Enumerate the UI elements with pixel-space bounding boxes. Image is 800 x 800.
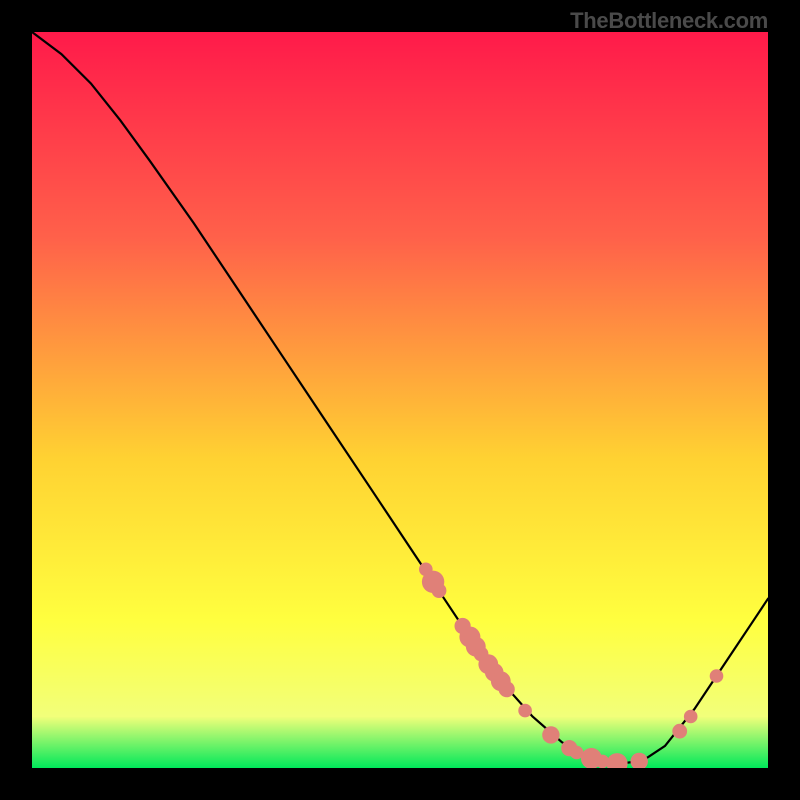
watermark-text: TheBottleneck.com <box>570 8 768 34</box>
chart-svg <box>32 32 768 768</box>
gradient-background <box>32 32 768 768</box>
data-marker <box>542 726 559 743</box>
data-marker <box>499 681 515 697</box>
plot-area <box>32 32 768 768</box>
data-marker <box>684 710 698 724</box>
data-marker <box>432 583 447 598</box>
data-marker <box>710 669 724 683</box>
data-marker <box>518 704 532 718</box>
data-marker <box>672 724 687 739</box>
chart-frame: TheBottleneck.com <box>0 0 800 800</box>
